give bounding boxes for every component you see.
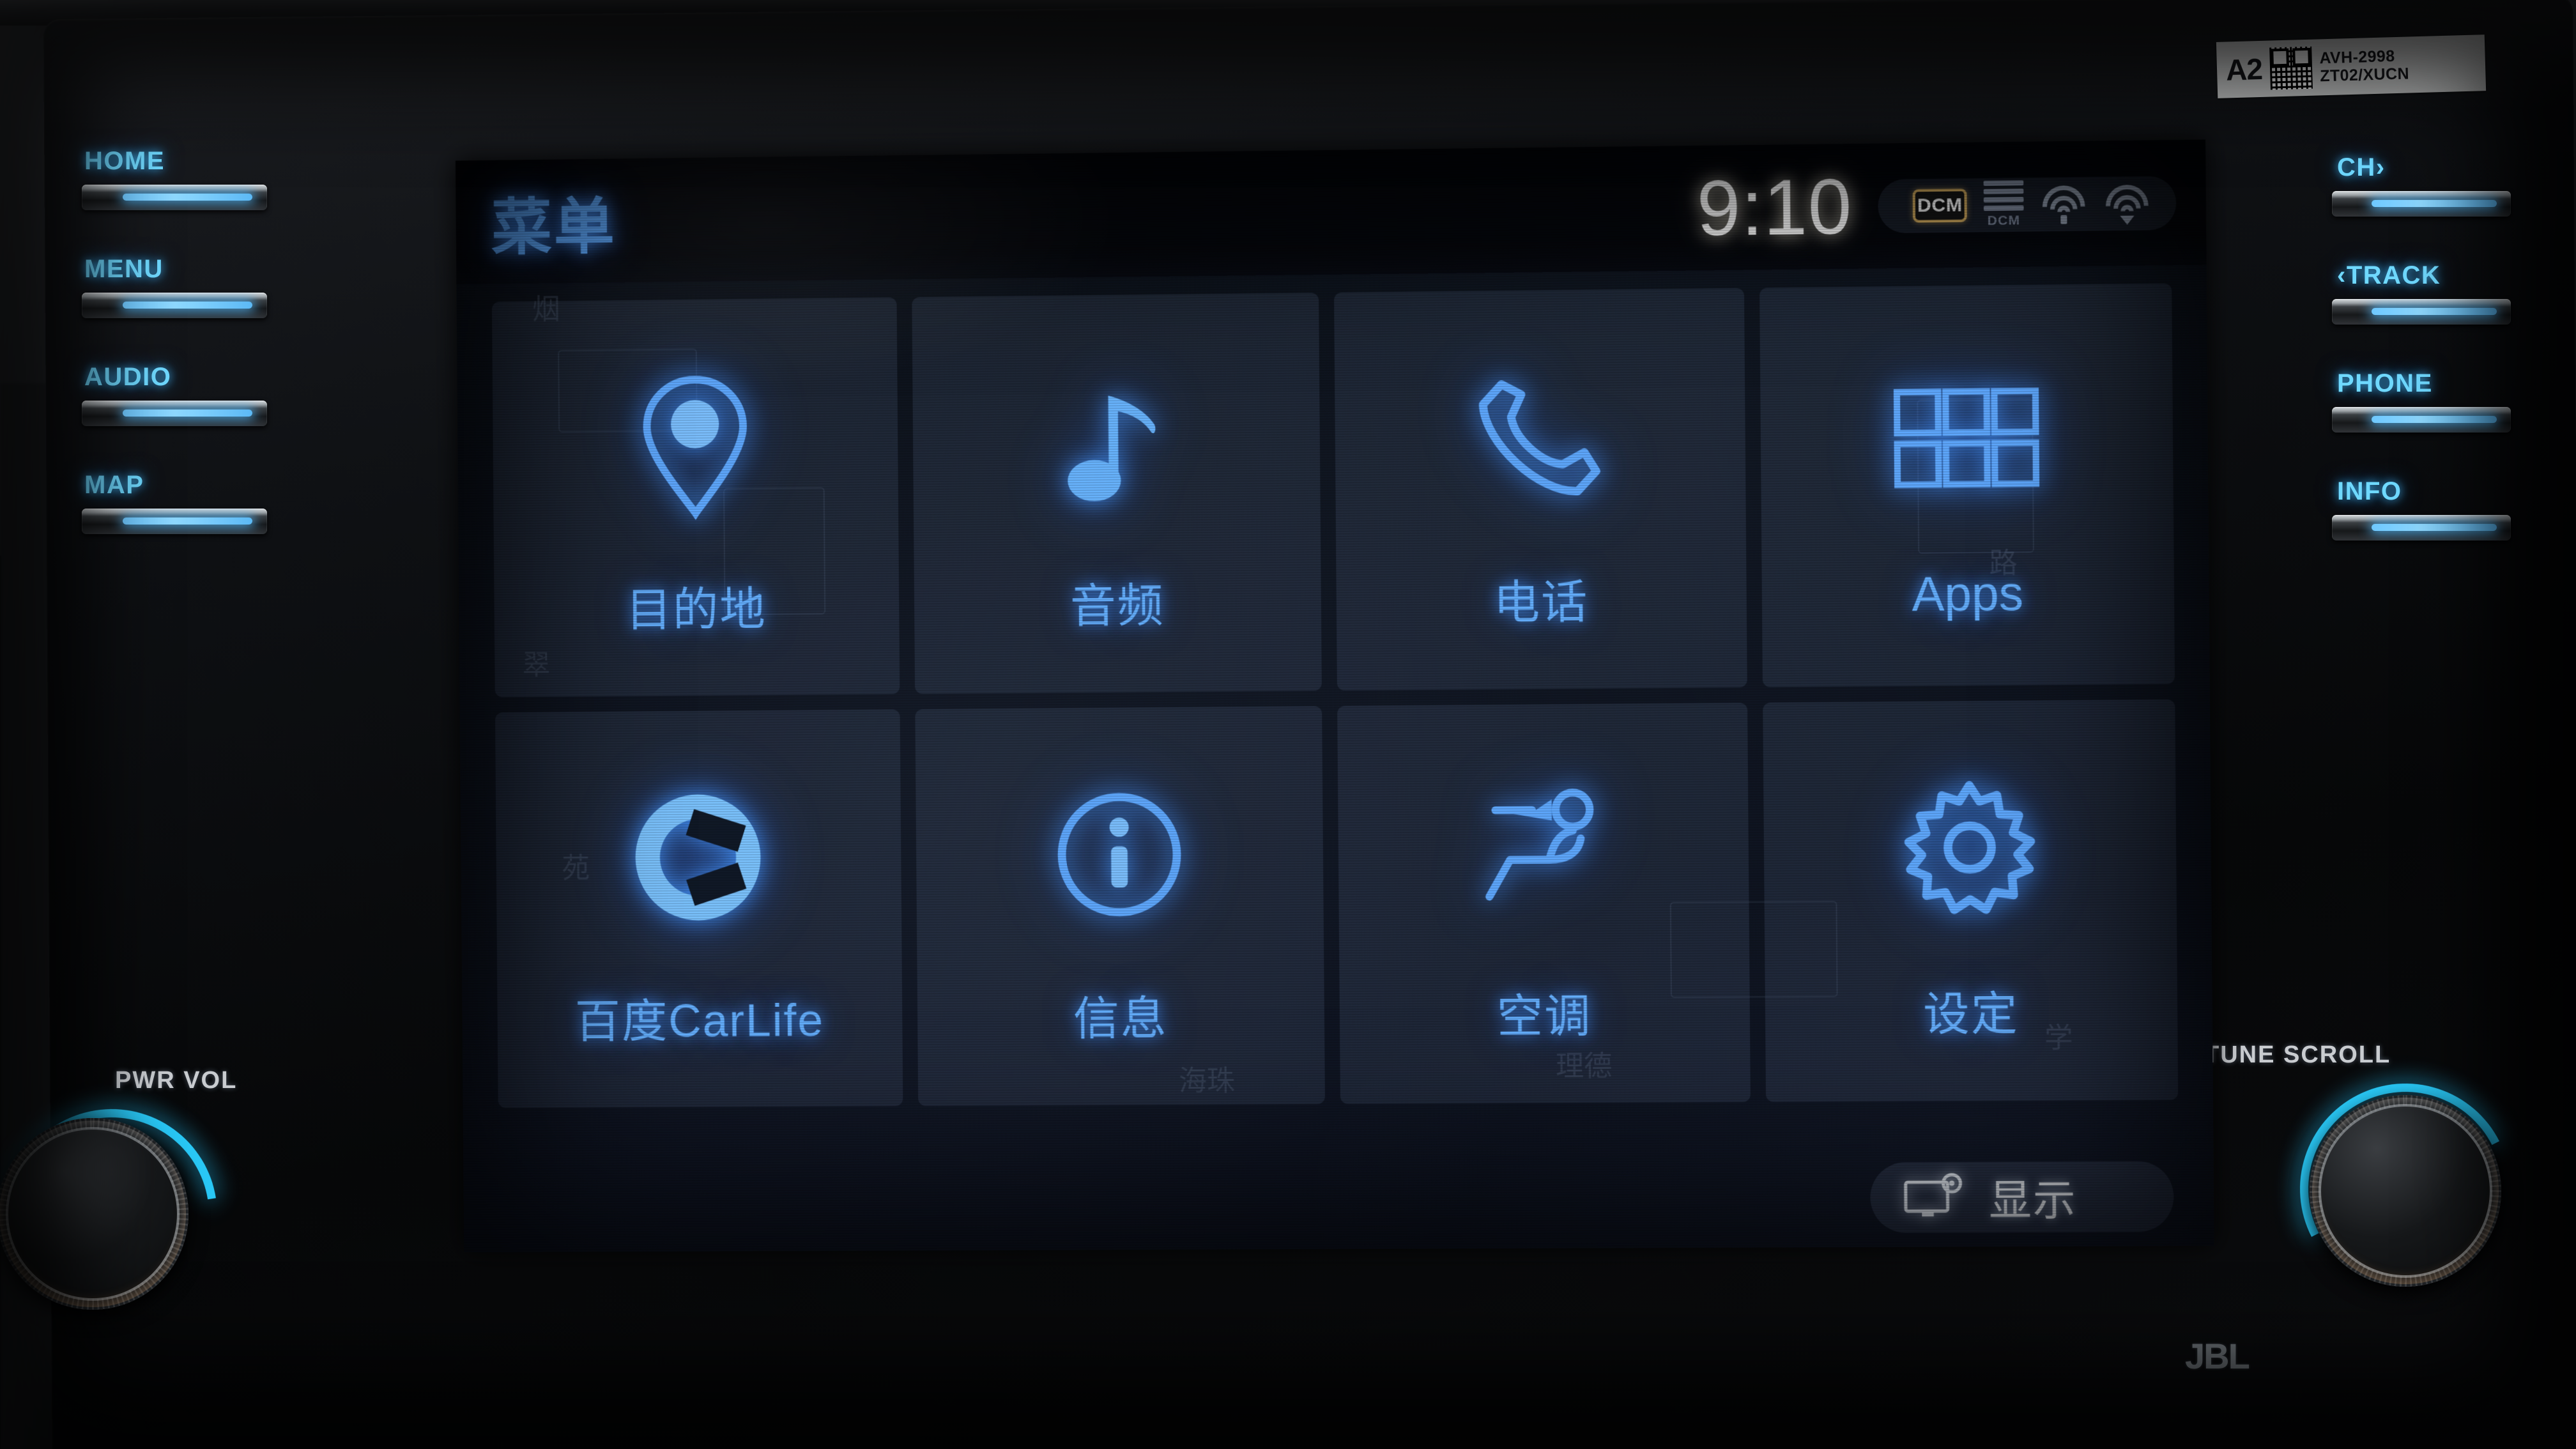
tile-climate-label: 空调 bbox=[1496, 990, 1592, 1043]
menu-body: 目的地 音频 电话 Apps 百度CarLife 信息 空调 设定 显示 bbox=[456, 265, 2214, 1252]
hard-button-home[interactable]: HOME bbox=[77, 147, 307, 210]
tile-info[interactable]: 信息 bbox=[914, 706, 1325, 1107]
hard-button-map-label: MAP bbox=[84, 471, 144, 499]
knob-chrome-ring bbox=[0, 1121, 186, 1307]
tile-carlife-label: 百度CarLife bbox=[574, 995, 825, 1048]
head-unit-photo: A2 AVH-2998 ZT02/XUCN HOME MENU AUDIO MA… bbox=[0, 0, 2576, 1449]
hard-button-phone-label: PHONE bbox=[2337, 369, 2433, 397]
monitor-settings-icon bbox=[1902, 1169, 1967, 1226]
tile-carlife[interactable]: 百度CarLife bbox=[494, 709, 903, 1108]
tune-scroll-knob-label: TUNE SCROLL bbox=[2204, 1041, 2391, 1068]
status-bar: 菜单 9:10 DCM DCM bbox=[455, 139, 2207, 285]
status-bar-right: 9:10 DCM DCM bbox=[1696, 157, 2206, 253]
climate-seat-icon bbox=[1338, 754, 1749, 949]
hard-button-audio[interactable]: AUDIO bbox=[77, 363, 307, 426]
hard-button-track[interactable]: ‹TRACK bbox=[2332, 261, 2549, 325]
map-pin-icon bbox=[493, 348, 898, 543]
hard-button-menu[interactable]: MENU bbox=[77, 255, 307, 318]
tile-settings-label: 设定 bbox=[1922, 988, 2019, 1041]
knob-chrome-ring bbox=[2312, 1098, 2499, 1284]
gear-icon bbox=[1763, 751, 2177, 946]
hard-button-info-bar[interactable] bbox=[2332, 515, 2511, 540]
hard-button-phone-bar[interactable] bbox=[2332, 407, 2511, 433]
qr-code-icon bbox=[2269, 46, 2313, 90]
app-grid-icon bbox=[1759, 341, 2174, 537]
info-circle-icon bbox=[915, 757, 1324, 951]
tile-info-label: 信息 bbox=[1073, 993, 1168, 1045]
phone-handset-icon bbox=[1335, 339, 1746, 535]
page-title: 菜单 bbox=[491, 192, 617, 262]
tune-scroll-knob-body[interactable] bbox=[2310, 1095, 2501, 1287]
power-volume-knob-label: PWR VOL bbox=[115, 1067, 238, 1094]
jbl-logo: JBL bbox=[2185, 1336, 2250, 1376]
sticker-variant: ZT02/XUCN bbox=[2319, 65, 2410, 86]
hard-button-audio-label: AUDIO bbox=[84, 363, 172, 391]
tile-settings[interactable]: 设定 bbox=[1762, 699, 2179, 1102]
app-tile-grid: 目的地 音频 电话 Apps 百度CarLife 信息 空调 设定 bbox=[491, 283, 2179, 1108]
sticker-codes: AVH-2998 ZT02/XUCN bbox=[2319, 47, 2409, 85]
hard-button-track-label: ‹TRACK bbox=[2337, 261, 2441, 289]
hard-button-channel-bar[interactable] bbox=[2332, 191, 2511, 217]
tile-phone[interactable]: 电话 bbox=[1333, 288, 1747, 691]
music-note-icon bbox=[912, 344, 1321, 539]
right-hard-button-column: CH› ‹TRACK PHONE INFO bbox=[2332, 153, 2549, 585]
hard-button-info-label: INFO bbox=[2337, 477, 2402, 505]
hard-button-phone[interactable]: PHONE bbox=[2332, 369, 2549, 433]
infotainment-screen: 烟 翠 苑 海珠 理德 路 学 菜单 9:10 DCM DCM 目的地 音频 电… bbox=[455, 139, 2214, 1252]
wifi-connect-icon bbox=[2104, 183, 2150, 223]
hard-button-map-bar[interactable] bbox=[82, 509, 267, 534]
hard-button-channel[interactable]: CH› bbox=[2332, 153, 2549, 217]
tile-audio[interactable]: 音频 bbox=[911, 293, 1322, 694]
bezel-gloss bbox=[43, 0, 2574, 134]
hard-button-map[interactable]: MAP bbox=[77, 471, 307, 534]
hard-button-home-bar[interactable] bbox=[82, 185, 267, 210]
service-sticker: A2 AVH-2998 ZT02/XUCN bbox=[2216, 34, 2487, 98]
tile-apps[interactable]: Apps bbox=[1759, 283, 2175, 687]
hard-button-menu-bar[interactable] bbox=[82, 293, 267, 318]
hard-button-track-bar[interactable] bbox=[2332, 299, 2511, 325]
hard-button-info[interactable]: INFO bbox=[2332, 477, 2549, 540]
carlife-logo-icon bbox=[496, 760, 901, 954]
left-hard-button-column: HOME MENU AUDIO MAP bbox=[77, 147, 307, 579]
signal-bars-icon: DCM bbox=[1983, 180, 2024, 229]
tile-destination[interactable]: 目的地 bbox=[491, 297, 900, 698]
power-volume-knob-body[interactable] bbox=[0, 1118, 188, 1310]
hard-button-menu-label: MENU bbox=[84, 255, 164, 283]
wifi-icon bbox=[2041, 184, 2087, 224]
hard-button-audio-bar[interactable] bbox=[82, 401, 267, 426]
sticker-model: AVH-2998 bbox=[2319, 47, 2395, 68]
display-settings-button[interactable]: 显示 bbox=[1869, 1161, 2174, 1233]
hard-button-channel-label: CH› bbox=[2337, 153, 2386, 181]
clock: 9:10 bbox=[1696, 162, 1853, 252]
sticker-code-label: A2 bbox=[2225, 52, 2263, 87]
status-icon-group: DCM DCM bbox=[1878, 175, 2177, 233]
display-settings-label: 显示 bbox=[1988, 1176, 2077, 1225]
hard-button-home-label: HOME bbox=[84, 147, 165, 175]
tile-audio-label: 音频 bbox=[1070, 580, 1165, 632]
tile-phone-label: 电话 bbox=[1493, 576, 1589, 629]
signal-bars-caption: DCM bbox=[1987, 213, 2021, 229]
tile-destination-label: 目的地 bbox=[625, 583, 767, 636]
tile-climate[interactable]: 空调 bbox=[1337, 702, 1751, 1104]
dcm-badge-icon: DCM bbox=[1912, 188, 1967, 222]
tile-apps-label: Apps bbox=[1911, 566, 2024, 622]
